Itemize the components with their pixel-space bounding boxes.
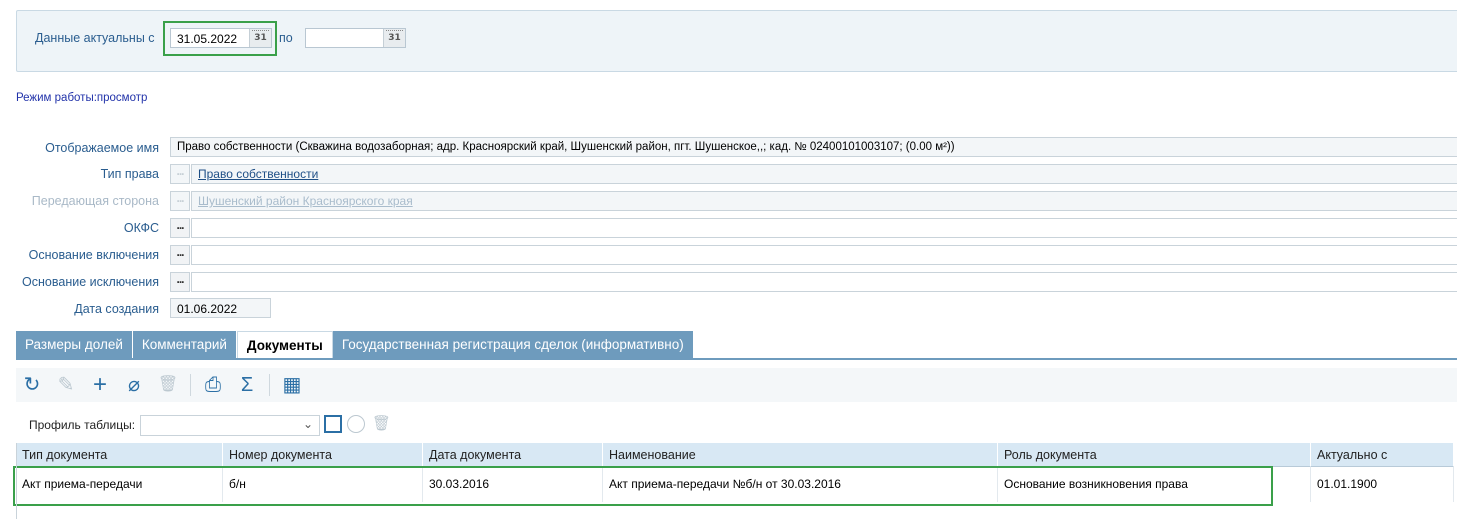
exclusion-basis-picker-button[interactable]: ... bbox=[170, 272, 190, 292]
transferring-party-field: Шушенский район Красноярского края bbox=[191, 191, 1457, 211]
display-name-field: Право собственности (Скважина водозаборн… bbox=[170, 137, 1457, 157]
table-profile-select[interactable]: ⌄ bbox=[140, 415, 320, 436]
okfs-label: ОКФС bbox=[123, 221, 159, 235]
grid-left-border bbox=[16, 443, 17, 519]
column-header[interactable]: Роль документа bbox=[998, 443, 1311, 467]
right-type-label: Тип права bbox=[100, 167, 159, 181]
column-header[interactable]: Номер документа bbox=[223, 443, 423, 467]
print-icon[interactable]: ⎙ bbox=[201, 373, 225, 397]
save-profile-icon[interactable] bbox=[324, 415, 342, 433]
exclusion-basis-field[interactable] bbox=[191, 272, 1457, 292]
mode-text: Режим работы:просмотр bbox=[16, 92, 148, 104]
edit-icon: ✎ bbox=[57, 374, 75, 396]
actual-from-label: Данные актуальны с bbox=[35, 31, 155, 45]
exclusion-basis-label: Основание исключения bbox=[22, 275, 159, 289]
inclusion-basis-label: Основание включения bbox=[28, 248, 159, 262]
display-name-value: Право собственности (Скважина водозаборн… bbox=[177, 141, 955, 153]
date-to-field[interactable]: 31 bbox=[305, 28, 406, 48]
transferring-picker-icon: ... bbox=[170, 191, 190, 211]
right-type-field: Право собственности bbox=[191, 164, 1457, 184]
tab-comment[interactable]: Комментарий bbox=[132, 331, 237, 359]
row-highlight bbox=[13, 466, 1273, 506]
okfs-field[interactable] bbox=[191, 218, 1457, 238]
date-from-value: 31.05.2022 bbox=[177, 32, 238, 46]
created-date-field: 01.06.2022 bbox=[170, 298, 271, 318]
delete-icon: 🗑 bbox=[157, 376, 179, 393]
inclusion-basis-picker-button[interactable]: ... bbox=[170, 245, 190, 265]
column-header[interactable]: Актуально с bbox=[1311, 443, 1454, 467]
delete-profile-icon: 🗑 bbox=[372, 415, 392, 432]
sum-icon[interactable]: Σ bbox=[235, 373, 259, 397]
add-icon[interactable]: + bbox=[88, 373, 112, 397]
okfs-picker-button[interactable]: ... bbox=[170, 218, 190, 238]
refresh-icon[interactable]: ↻ bbox=[20, 373, 44, 397]
created-date-value: 01.06.2022 bbox=[177, 302, 238, 316]
grid-header-row: Тип документа Номер документа Дата докум… bbox=[16, 443, 1457, 467]
calendar-icon[interactable]: 31 bbox=[249, 29, 271, 47]
inclusion-basis-field[interactable] bbox=[191, 245, 1457, 265]
right-type-link[interactable]: Право собственности bbox=[198, 167, 318, 181]
right-type-picker-icon: ... bbox=[170, 164, 190, 184]
tab-documents[interactable]: Документы bbox=[236, 331, 333, 359]
column-header[interactable]: Тип документа bbox=[16, 443, 223, 467]
tab-share-sizes[interactable]: Размеры долей bbox=[16, 331, 133, 359]
calendar-icon[interactable]: 31 bbox=[383, 29, 405, 47]
column-header[interactable]: Дата документа bbox=[423, 443, 603, 467]
date-from-field[interactable]: 31.05.2022 31 bbox=[170, 28, 272, 48]
tab-bar: Размеры долей Комментарий Документы Госу… bbox=[16, 331, 694, 359]
toolbar-separator bbox=[269, 374, 270, 396]
toolbar-separator bbox=[190, 374, 191, 396]
chevron-down-icon[interactable]: ⌄ bbox=[303, 417, 313, 431]
table-cell: 01.01.1900 bbox=[1311, 467, 1454, 502]
date-to-label: по bbox=[279, 31, 293, 45]
toolbar-icons: ↻ ✎ + ⌀ 🗑 ⎙ Σ ▦ bbox=[20, 373, 304, 397]
created-date-label: Дата создания bbox=[74, 302, 159, 316]
display-name-label: Отображаемое имя bbox=[45, 141, 159, 155]
transferring-party-label: Передающая сторона bbox=[31, 194, 159, 208]
attach-icon[interactable]: ⌀ bbox=[122, 373, 146, 397]
tab-state-registration[interactable]: Государственная регистрация сделок (инфо… bbox=[332, 331, 694, 359]
table-settings-icon[interactable]: ▦ bbox=[280, 373, 304, 397]
transferring-party-link: Шушенский район Красноярского края bbox=[198, 194, 413, 208]
table-profile-label: Профиль таблицы: bbox=[29, 418, 136, 432]
column-header[interactable]: Наименование bbox=[603, 443, 998, 467]
reset-profile-icon bbox=[347, 415, 365, 433]
tab-underline bbox=[16, 358, 1457, 360]
